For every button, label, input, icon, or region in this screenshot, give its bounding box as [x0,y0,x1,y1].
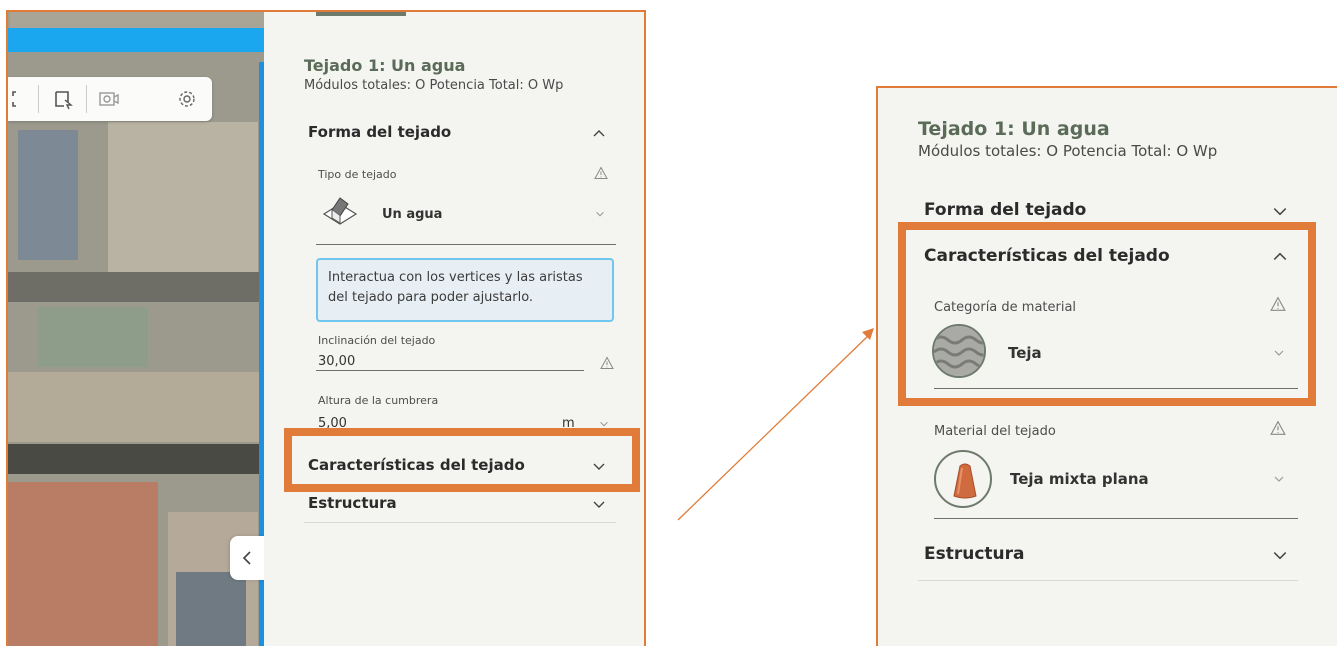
collapse-left-icon [242,551,251,565]
section-divider [304,522,616,523]
toolbar-separator [86,85,87,113]
roof-material-value[interactable]: Teja mixta plana [1010,470,1149,488]
roof-subtitle: Módulos totales: O Potencia Total: O Wp [918,142,1218,160]
section-divider [918,580,1298,581]
toolbar-separator [38,85,39,113]
map-toolbar [8,77,212,121]
chevron-up-icon[interactable] [592,126,606,140]
warning-icon [1270,420,1286,435]
section-shape-title[interactable]: Forma del tejado [308,123,451,141]
warning-icon [600,356,614,369]
inclination-label: Inclinación del tejado [318,334,436,347]
collapse-panel-button[interactable] [230,536,264,580]
warning-icon [594,166,608,179]
info-text: Interactua con los vertices y las arista… [328,270,583,305]
roof-type-label: Tipo de tejado [318,168,397,181]
roof-title: Tejado 1: Un agua [918,118,1110,140]
roof-subtitle: Módulos totales: O Potencia Total: O Wp [304,78,564,93]
map-top-bar [8,28,264,52]
active-tab-indicator [316,12,406,16]
satellite-map[interactable] [8,12,264,646]
left-screenshot: Tejado 1: Un agua Módulos totales: O Pot… [6,10,646,646]
features-highlight-box [898,222,1316,406]
expand-icon[interactable] [10,88,32,110]
chevron-down-icon[interactable] [1272,548,1288,564]
chevron-down-icon[interactable] [592,498,606,512]
select-roof-icon[interactable] [52,88,74,110]
roof-settings-panel: Tejado 1: Un agua Módulos totales: O Pot… [264,12,644,646]
camera-icon[interactable] [98,88,120,110]
features-highlight-box [284,428,640,492]
inclination-input[interactable]: 30,00 [318,354,355,369]
ridge-height-label: Altura de la cumbrera [318,394,439,407]
chevron-down-icon[interactable] [1272,204,1288,220]
roof-material-underline [934,518,1298,519]
right-screenshot-zoom: Tejado 1: Un agua Módulos totales: O Pot… [876,86,1337,646]
roof-material-label: Material del tejado [934,424,1056,439]
callout-arrow [677,328,874,521]
section-structure-title[interactable]: Estructura [924,544,1025,564]
roof-title: Tejado 1: Un agua [304,56,466,75]
inclination-underline [316,370,584,371]
roof-tile-icon [934,450,992,508]
section-structure-title[interactable]: Estructura [308,494,397,512]
chevron-down-icon[interactable] [1272,472,1286,486]
house-icon [322,197,358,225]
section-shape-title[interactable]: Forma del tejado [924,200,1086,220]
roof-type-value[interactable]: Un agua [382,207,442,222]
chevron-down-icon[interactable] [594,208,606,220]
gear-icon[interactable] [176,88,198,110]
info-box: Interactua con los vertices y las arista… [316,258,614,322]
roof-type-underline [316,244,616,245]
